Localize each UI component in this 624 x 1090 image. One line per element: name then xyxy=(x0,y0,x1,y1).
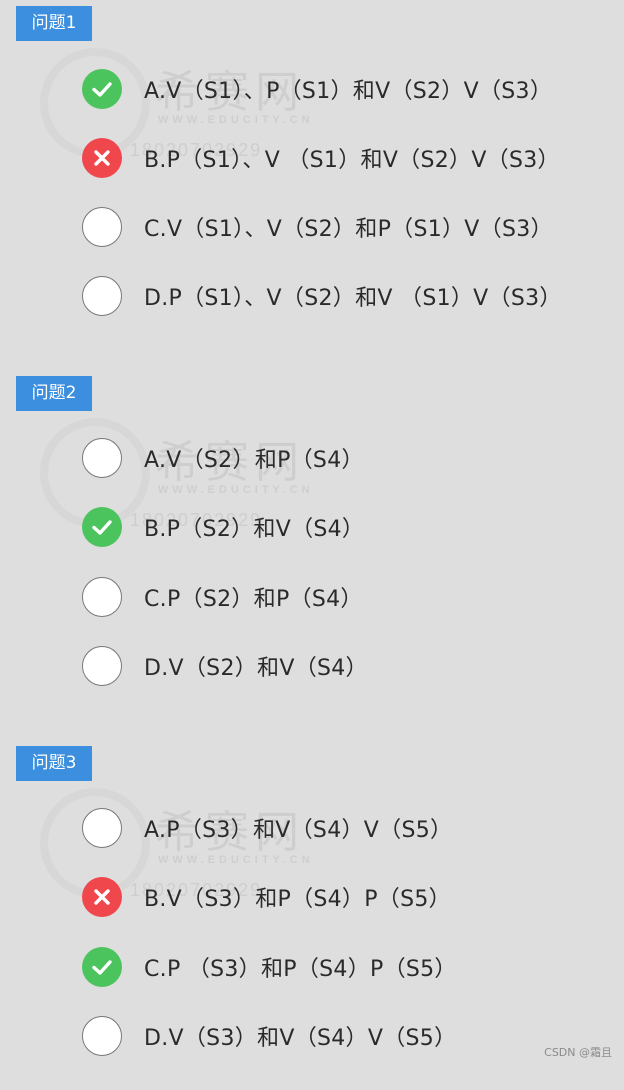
radio-empty-icon[interactable] xyxy=(82,438,122,478)
option-text: C.P（S2）和P（S4） xyxy=(144,587,363,612)
option-a[interactable]: A.V（S1）、P（S1）和V（S2）V（S3） xyxy=(82,68,552,110)
option-b[interactable]: B.V（S3）和P（S4）P（S5） xyxy=(82,876,451,918)
cross-icon[interactable] xyxy=(82,877,122,917)
question-1: 问题1 希赛网 WWW.EDUCITY.CN 18020702929 A.V（S… xyxy=(0,0,624,350)
option-b[interactable]: B.P（S2）和V（S4） xyxy=(82,506,364,548)
watermark-url: WWW.EDUCITY.CN xyxy=(158,484,314,496)
radio-empty-icon[interactable] xyxy=(82,207,122,247)
option-text: D.V（S3）和V（S4）V（S5） xyxy=(144,1026,457,1051)
radio-empty-icon[interactable] xyxy=(82,646,122,686)
option-text: C.P （S3）和P（S4）P（S5） xyxy=(144,957,457,982)
watermark-url: WWW.EDUCITY.CN xyxy=(158,854,314,866)
check-icon[interactable] xyxy=(82,947,122,987)
option-d[interactable]: D.V（S3）和V（S4）V（S5） xyxy=(82,1015,456,1057)
question-2: 问题2 希赛网 WWW.EDUCITY.CN 18020702929 A.V（S… xyxy=(0,370,624,720)
option-c[interactable]: C.P （S3）和P（S4）P（S5） xyxy=(82,946,457,988)
question-label: 问题2 xyxy=(16,376,92,411)
question-label: 问题3 xyxy=(16,746,92,781)
option-text: A.V（S1）、P（S1）和V（S2）V（S3） xyxy=(144,79,553,104)
option-text: B.V（S3）和P（S4）P（S5） xyxy=(144,887,451,912)
radio-empty-icon[interactable] xyxy=(82,276,122,316)
question-label: 问题1 xyxy=(16,6,92,41)
radio-empty-icon[interactable] xyxy=(82,577,122,617)
option-c[interactable]: C.P（S2）和P（S4） xyxy=(82,576,363,618)
question-3: 问题3 希赛网 WWW.EDUCITY.CN 18020702929 A.P（S… xyxy=(0,740,624,1090)
option-text: C.V（S1）、V（S2）和P（S1）V（S3） xyxy=(144,217,553,242)
option-text: A.V（S2）和P（S4） xyxy=(144,448,364,473)
option-text: D.P（S1）、V（S2）和V （S1）V（S3） xyxy=(144,286,562,311)
cross-icon[interactable] xyxy=(82,138,122,178)
option-a[interactable]: A.P（S3）和V（S4）V（S5） xyxy=(82,807,452,849)
option-d[interactable]: D.P（S1）、V（S2）和V （S1）V（S3） xyxy=(82,275,562,317)
option-a[interactable]: A.V（S2）和P（S4） xyxy=(82,437,364,479)
option-c[interactable]: C.V（S1）、V（S2）和P（S1）V（S3） xyxy=(82,206,553,248)
option-text: A.P（S3）和V（S4）V（S5） xyxy=(144,818,453,843)
radio-empty-icon[interactable] xyxy=(82,1016,122,1056)
option-text: B.P（S2）和V（S4） xyxy=(144,517,365,542)
check-icon[interactable] xyxy=(82,507,122,547)
check-icon[interactable] xyxy=(82,69,122,109)
radio-empty-icon[interactable] xyxy=(82,808,122,848)
footer-credit: CSDN @霜且 xyxy=(544,1046,612,1059)
option-b[interactable]: B.P（S1）、V （S1）和V（S2）V（S3） xyxy=(82,137,560,179)
option-d[interactable]: D.V（S2）和V（S4） xyxy=(82,645,368,687)
option-text: B.P（S1）、V （S1）和V（S2）V（S3） xyxy=(144,148,560,173)
watermark-url: WWW.EDUCITY.CN xyxy=(158,114,314,126)
option-text: D.V（S2）和V（S4） xyxy=(144,656,368,681)
